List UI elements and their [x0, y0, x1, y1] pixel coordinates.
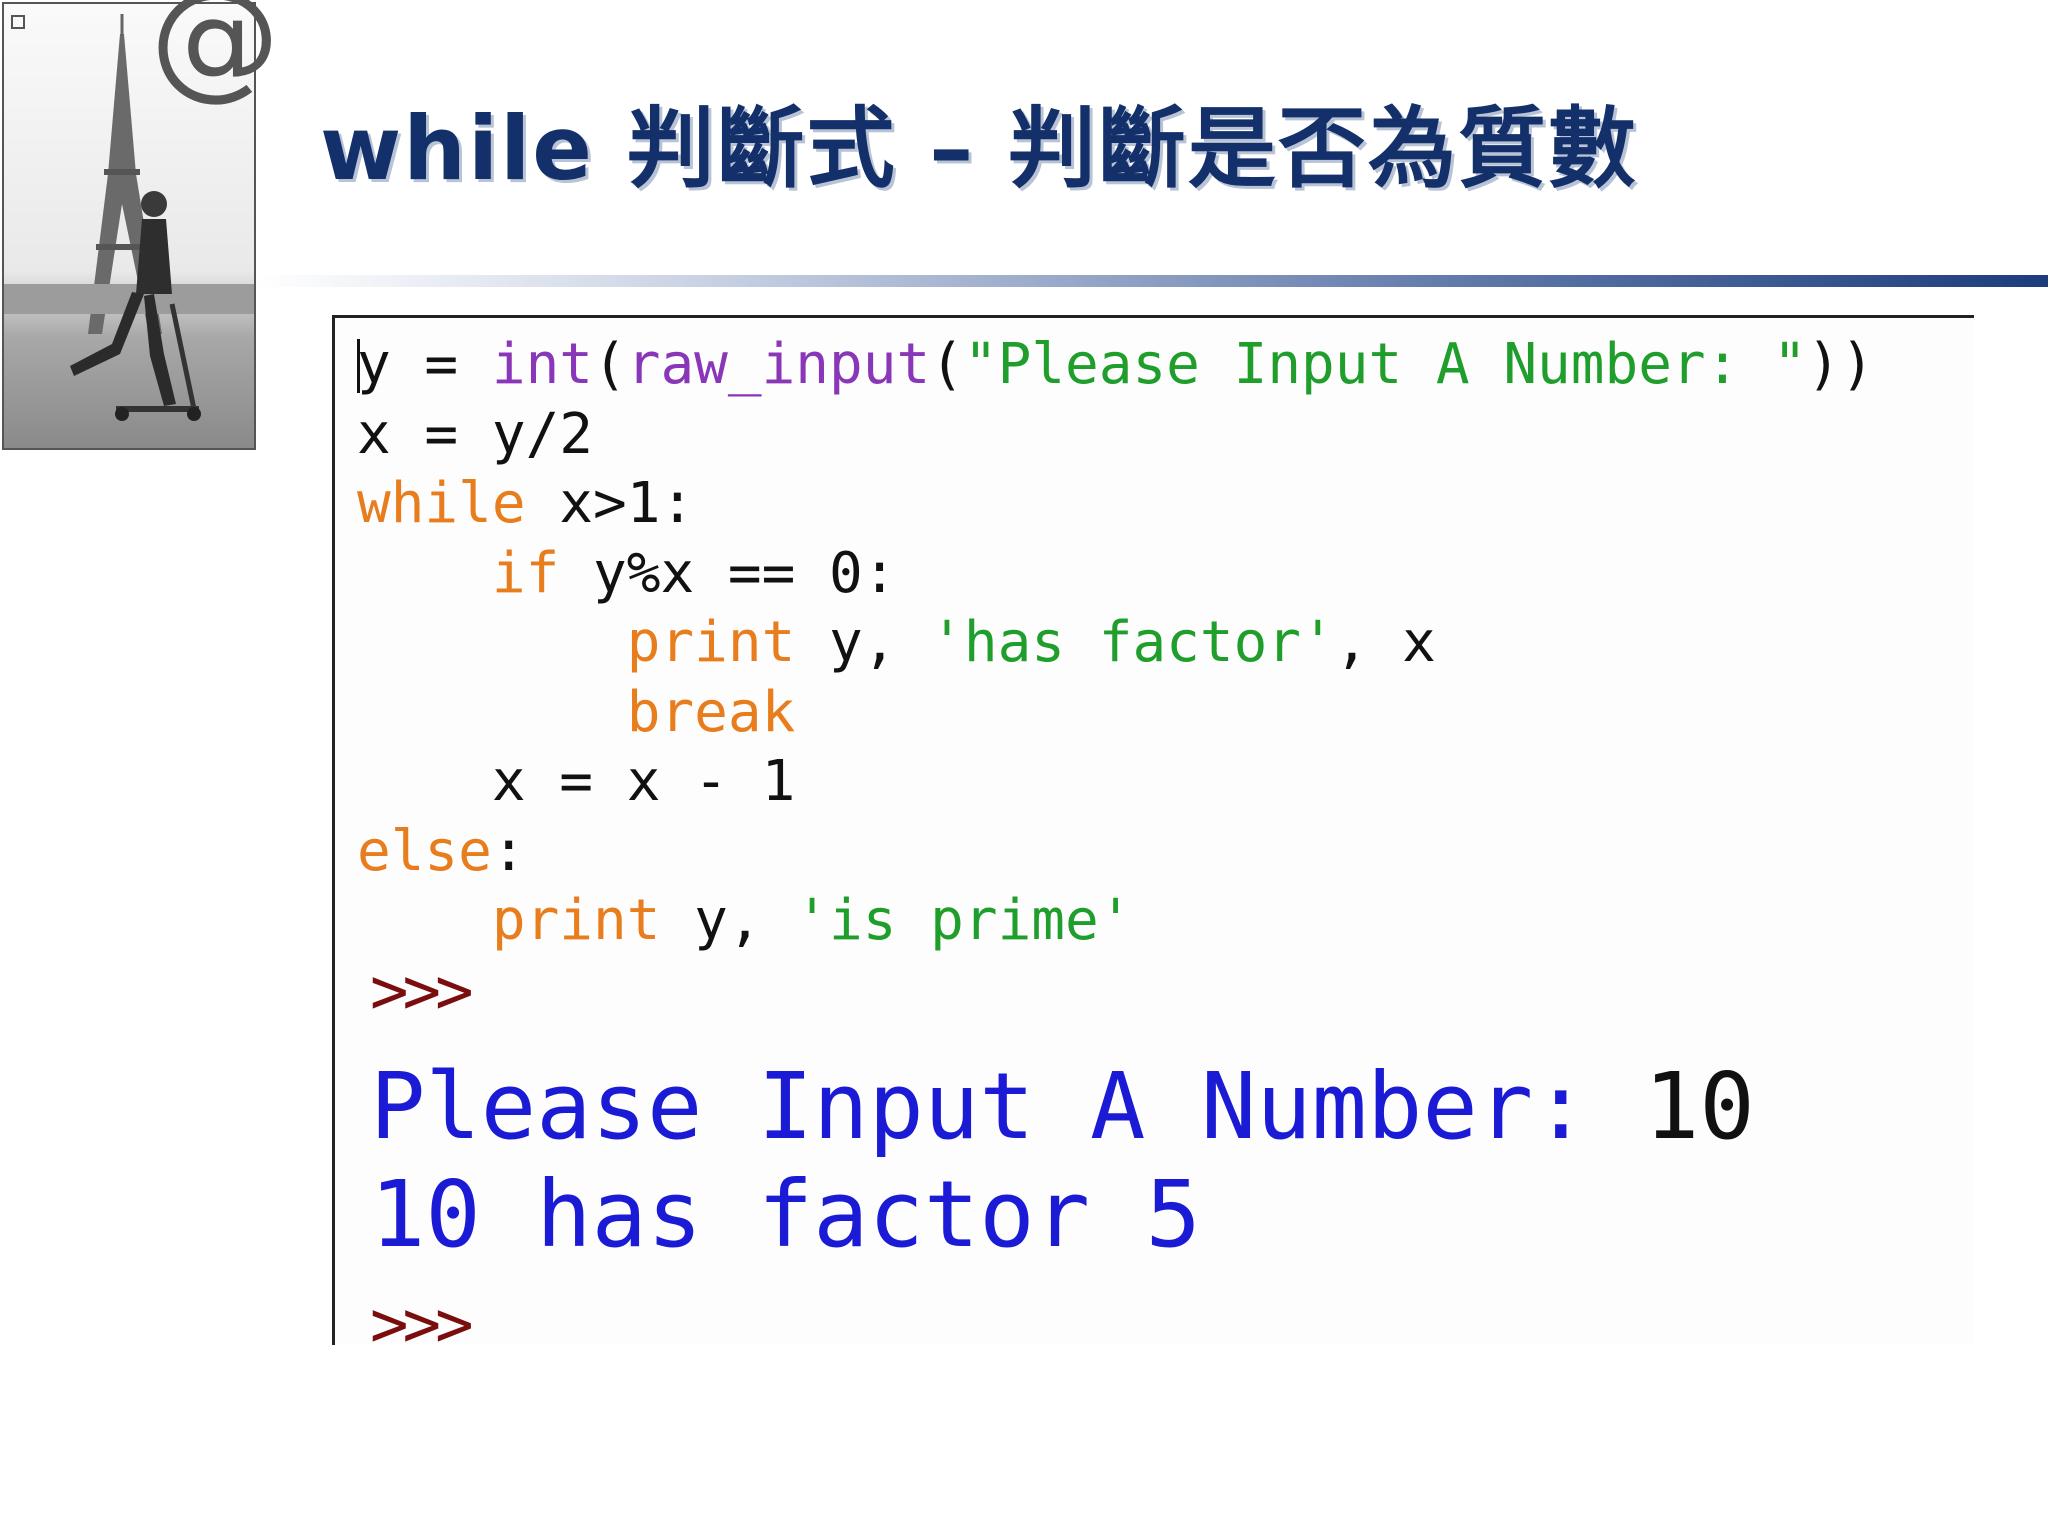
code-token: break: [626, 679, 796, 745]
shell-prompt: >>>: [370, 955, 474, 1029]
code-token: if: [491, 540, 560, 606]
at-symbol: @: [150, 0, 280, 113]
code-token: y =: [357, 332, 492, 397]
code-token: print: [491, 888, 661, 953]
code-token: x = x - 1: [357, 749, 796, 814]
code-token: while: [357, 471, 526, 536]
code-editor[interactable]: y = int(raw_input("Please Input A Number…: [357, 330, 1874, 956]
code-shell-panel: y = int(raw_input("Please Input A Number…: [332, 315, 1974, 1357]
shell-prompt-current[interactable]: >>>: [370, 1293, 474, 1357]
shell-input-value[interactable]: 10: [1644, 1053, 1755, 1160]
shell-output: Please Input A Number: 10 10 has factor …: [370, 1053, 1755, 1269]
code-token: else: [357, 818, 492, 884]
code-line: break: [357, 679, 796, 745]
code-token: raw_input: [626, 332, 931, 397]
code-token: (: [930, 332, 964, 397]
code-token: , x: [1334, 610, 1436, 675]
code-line: else:: [357, 819, 526, 884]
code-line: print y, 'has factor', x: [357, 610, 1436, 675]
code-line: x = x - 1: [357, 749, 795, 814]
code-token: x = y/2: [357, 401, 594, 467]
code-token: (: [593, 332, 627, 397]
code-token: y,: [795, 610, 931, 675]
code-token: :: [491, 818, 526, 884]
code-token: 'is prime': [795, 888, 1133, 953]
code-line: if y%x == 0:: [357, 540, 897, 606]
code-token: y,: [660, 888, 796, 953]
code-token: x>1:: [525, 471, 695, 536]
code-token: "Please Input A Number: ": [963, 332, 1807, 397]
code-line: y = int(raw_input("Please Input A Number…: [357, 332, 1874, 397]
slide-title: while 判斷式 – 判斷是否為質數: [320, 97, 1638, 200]
code-line: x = y/2: [357, 402, 593, 467]
code-token: print: [626, 610, 796, 675]
shell-input-prompt: Please Input A Number:: [370, 1053, 1644, 1160]
code-token: 'has factor': [930, 610, 1335, 675]
code-token: y%x == 0:: [559, 540, 897, 606]
title-underline: [256, 275, 2048, 287]
code-line: print y, 'is prime': [357, 888, 1133, 953]
code-token: int: [491, 332, 594, 397]
code-token: )): [1806, 332, 1875, 397]
shell-result-line: 10 has factor 5: [370, 1161, 1201, 1268]
code-line: while x>1:: [357, 471, 694, 536]
